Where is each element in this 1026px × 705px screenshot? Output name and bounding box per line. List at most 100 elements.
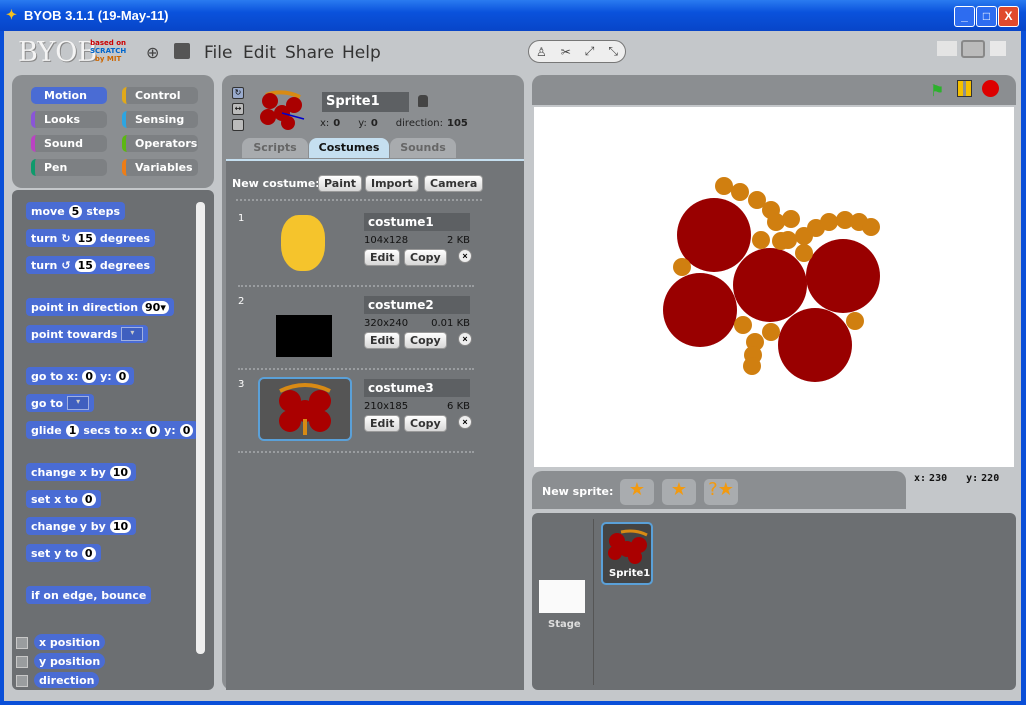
costume-item[interactable]: 2 costume2 320x240 0.01 KB Edit Copy ×: [226, 296, 516, 376]
pause-icon[interactable]: [957, 80, 972, 97]
flip-style-icon[interactable]: ↔: [232, 103, 244, 115]
reporter-block[interactable]: x position: [34, 634, 106, 650]
random-sprite-icon[interactable]: ?★: [704, 479, 738, 505]
category-sensing[interactable]: Sensing: [122, 111, 198, 128]
motion-block[interactable]: turn ↻ 15 degrees: [26, 229, 155, 247]
costume-item[interactable]: 3 costume3 210x185 6 KB Edit Copy ×: [226, 377, 516, 459]
lock-icon[interactable]: [418, 95, 428, 107]
motion-block[interactable]: turn ↺ 15 degrees: [26, 256, 155, 274]
app-window: BYOB based on SCRATCH by MIT ⊕ File Edit S…: [4, 31, 1021, 701]
minimize-button[interactable]: _: [954, 6, 975, 27]
block-input[interactable]: 0: [115, 369, 130, 383]
stage-canvas[interactable]: [534, 107, 1014, 467]
costume-file-size: 0.01 KB: [431, 318, 470, 329]
block-input[interactable]: 5: [68, 204, 83, 218]
no-rotate-icon[interactable]: [232, 119, 244, 131]
costume-delete-icon[interactable]: ×: [458, 249, 472, 263]
sprite-name-field[interactable]: Sprite1: [322, 92, 409, 112]
sprite-tile[interactable]: Sprite1: [601, 522, 653, 585]
normal-stage-icon[interactable]: [961, 40, 985, 58]
category-motion[interactable]: Motion: [31, 87, 107, 104]
block-dropdown[interactable]: ▾: [67, 396, 90, 410]
palette-scrollbar[interactable]: [196, 202, 205, 654]
block-input[interactable]: 90▾: [142, 300, 169, 314]
motion-block[interactable]: point towards ▾: [26, 325, 149, 343]
motion-block[interactable]: if on edge, bounce: [26, 586, 152, 604]
pen-circle-small: [795, 244, 813, 262]
costume-name-field[interactable]: costume3: [364, 379, 470, 397]
block-text: turn: [31, 258, 58, 272]
choose-sprite-file-icon[interactable]: ★: [662, 479, 696, 505]
menu-share[interactable]: Share: [285, 43, 334, 63]
motion-block[interactable]: point in direction 90▾: [26, 298, 174, 316]
costume-name-field[interactable]: costume1: [364, 213, 470, 231]
block-input[interactable]: 0: [179, 423, 194, 437]
motion-block[interactable]: change x by 10: [26, 463, 137, 481]
grow-icon[interactable]: ⤢: [585, 44, 595, 59]
paint-new-sprite-icon[interactable]: ★: [620, 479, 654, 505]
costume-edit-button[interactable]: Edit: [364, 415, 401, 432]
motion-block[interactable]: change y by 10: [26, 517, 137, 535]
motion-block[interactable]: go to x: 0 y: 0: [26, 367, 135, 385]
tab-costumes[interactable]: Costumes: [309, 138, 389, 158]
save-icon[interactable]: [174, 43, 190, 59]
costume-edit-button[interactable]: Edit: [364, 332, 401, 349]
motion-block[interactable]: set x to 0: [26, 490, 101, 508]
block-input[interactable]: 0: [146, 423, 161, 437]
costume-copy-button[interactable]: Copy: [404, 332, 447, 349]
motion-block[interactable]: set y to 0: [26, 544, 101, 562]
motion-block[interactable]: move 5 steps: [26, 202, 125, 220]
sprite-info: x: 0 y: 0 direction: 105: [320, 118, 468, 129]
watcher-checkbox[interactable]: [16, 637, 28, 649]
camera-button[interactable]: Camera: [424, 175, 484, 192]
menu-help[interactable]: Help: [342, 43, 381, 63]
menu-file[interactable]: File: [204, 43, 232, 63]
maximize-button[interactable]: □: [976, 6, 997, 27]
language-globe-icon[interactable]: ⊕: [146, 43, 159, 62]
motion-block[interactable]: glide 1 secs to x: 0 y: 0: [26, 421, 199, 439]
block-input[interactable]: 0: [81, 546, 96, 560]
category-variables[interactable]: Variables: [122, 159, 198, 176]
stop-sign-icon[interactable]: [982, 80, 999, 97]
green-flag-icon[interactable]: ⚑: [930, 81, 944, 100]
reporter-block[interactable]: y position: [34, 653, 106, 669]
block-input[interactable]: 15: [74, 258, 96, 272]
stage-thumbnail[interactable]: [539, 580, 585, 613]
block-input[interactable]: 10: [109, 465, 132, 479]
block-input[interactable]: 15: [74, 231, 96, 245]
tab-sounds[interactable]: Sounds: [390, 138, 456, 158]
category-sound[interactable]: Sound: [31, 135, 107, 152]
duplicate-stamp-icon[interactable]: ♙: [536, 45, 547, 59]
watcher-checkbox[interactable]: [16, 675, 28, 687]
costume-edit-button[interactable]: Edit: [364, 249, 401, 266]
shrink-icon[interactable]: ⤡: [608, 44, 618, 59]
presentation-mode-icon[interactable]: [990, 41, 1006, 56]
costume-delete-icon[interactable]: ×: [458, 332, 472, 346]
costume-copy-button[interactable]: Copy: [404, 249, 447, 266]
category-pen[interactable]: Pen: [31, 159, 107, 176]
paint-button[interactable]: Paint: [318, 175, 363, 192]
block-input[interactable]: 1: [65, 423, 80, 437]
category-operators[interactable]: Operators: [122, 135, 198, 152]
costume-delete-icon[interactable]: ×: [458, 415, 472, 429]
costume-item[interactable]: 1 costume1 104x128 2 KB Edit Copy ×: [226, 213, 516, 293]
delete-scissors-icon[interactable]: ✂: [561, 45, 571, 59]
small-stage-icon[interactable]: [937, 41, 957, 56]
pen-circle-large: [663, 273, 737, 347]
import-button[interactable]: Import: [365, 175, 419, 192]
close-button[interactable]: X: [998, 6, 1019, 27]
costume-name-field[interactable]: costume2: [364, 296, 470, 314]
block-input[interactable]: 0: [81, 492, 96, 506]
category-control[interactable]: Control: [122, 87, 198, 104]
block-input[interactable]: 10: [109, 519, 132, 533]
motion-block[interactable]: go to ▾: [26, 394, 95, 412]
rotate-style-icon[interactable]: ↻: [232, 87, 244, 99]
block-input[interactable]: 0: [82, 369, 97, 383]
costume-copy-button[interactable]: Copy: [404, 415, 447, 432]
reporter-block[interactable]: direction: [34, 672, 100, 688]
menu-edit[interactable]: Edit: [243, 43, 276, 63]
tab-scripts[interactable]: Scripts: [242, 138, 308, 158]
category-looks[interactable]: Looks: [31, 111, 107, 128]
watcher-checkbox[interactable]: [16, 656, 28, 668]
block-dropdown[interactable]: ▾: [121, 327, 144, 341]
